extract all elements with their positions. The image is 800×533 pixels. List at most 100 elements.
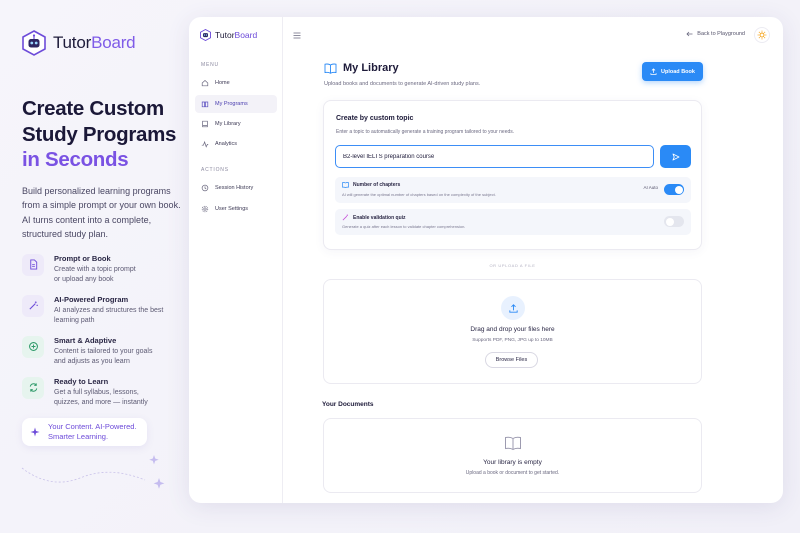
option-title: Enable validation quiz: [353, 214, 406, 221]
page-subtitle: Upload books and documents to generate A…: [324, 81, 481, 87]
library-icon: [202, 120, 208, 128]
validation-quiz-toggle[interactable]: [664, 216, 684, 227]
dropzone-title: Drag and drop your files here: [470, 326, 555, 333]
refresh-icon: [22, 376, 44, 399]
upload-book-button[interactable]: Upload Book: [642, 62, 703, 81]
magic-wand-icon: [22, 294, 44, 317]
decorative-curve: [21, 455, 165, 489]
brand-name: TutorBoard: [53, 33, 136, 53]
generate-send-button[interactable]: [660, 145, 691, 168]
intro-text: Build personalized learning programs fro…: [22, 185, 181, 240]
upload-icon: [650, 68, 657, 75]
page-title: My Library: [324, 62, 399, 74]
dropzone-subtitle: Supports PDF, PNG, JPG up to 10MB: [472, 338, 553, 343]
brand: TutorBoard: [22, 30, 182, 56]
menu-toggle-icon[interactable]: [293, 32, 301, 39]
feature-title: Prompt or Book: [54, 253, 111, 263]
file-dropzone[interactable]: Drag and drop your files here Supports P…: [323, 279, 702, 384]
option-number-of-chapters: Number of chapters AI will generate the …: [335, 177, 691, 203]
option-validation-quiz: Enable validation quiz Generate a quiz a…: [335, 209, 691, 235]
open-book-icon: [324, 63, 337, 74]
sidebar-section-menu: MENU: [201, 62, 219, 68]
topic-input[interactable]: [335, 145, 654, 168]
sidebar-item-my-programs[interactable]: My Programs: [195, 95, 277, 113]
send-icon: [672, 153, 679, 160]
hero-line-3: in Seconds: [22, 148, 129, 171]
document-icon: [22, 253, 44, 276]
sidebar-item-my-library[interactable]: My Library: [195, 115, 277, 133]
brand-name-accent: Board: [91, 33, 136, 52]
documents-panel: Your library is empty Upload a book or d…: [323, 418, 702, 493]
tutorboard-logo-icon: [22, 30, 46, 56]
back-to-playground-link[interactable]: Back to Playground: [686, 31, 745, 37]
feature-item: Prompt or Book Create with a topic promp…: [22, 253, 182, 295]
feature-desc: AI analyzes and structures the best lear…: [54, 306, 164, 325]
feature-list: Prompt or Book Create with a topic promp…: [22, 253, 182, 418]
feature-item: Smart & Adaptive Content is tailored to …: [22, 335, 182, 377]
sidebar-brand-name: TutorBoard: [215, 30, 257, 40]
sidebar-item-label: Home: [215, 80, 230, 86]
or-upload-divider: OR UPLOAD A FILE: [489, 263, 536, 268]
empty-book-icon: [505, 436, 521, 451]
back-link-label: Back to Playground: [697, 31, 745, 37]
sidebar-brand-primary: Tutor: [215, 30, 235, 40]
sidebar-item-label: My Programs: [215, 101, 248, 107]
hero-heading: Create Custom Study Programs in Seconds: [22, 96, 182, 173]
option-desc: Generate a quiz after each lesson to val…: [342, 224, 466, 229]
sidebar-item-label: Session History: [215, 185, 254, 191]
empty-library-title: Your library is empty: [483, 459, 542, 466]
app-window: TutorBoard MENU Home My Programs My Libr…: [189, 17, 783, 503]
sidebar-item-label: My Library: [215, 121, 241, 127]
feature-desc: Get a full syllabus, lessons, quizzes, a…: [54, 388, 148, 407]
option-head: Number of chapters: [342, 182, 400, 188]
toggle-knob: [665, 217, 674, 226]
feature-desc: Content is tailored to your goals and ad…: [54, 347, 153, 366]
chapters-auto-toggle[interactable]: [664, 184, 684, 195]
create-topic-desc: Enter a topic to automatically generate …: [336, 129, 515, 135]
brand-name-primary: Tutor: [53, 33, 92, 52]
sidebar-item-analytics[interactable]: Analytics: [195, 135, 277, 153]
sidebar-section-actions: ACTIONS: [201, 167, 229, 173]
theme-toggle-button[interactable]: [754, 27, 770, 43]
upload-circle-icon: [501, 296, 525, 320]
adaptive-icon: [22, 335, 44, 358]
sparkle-icon: [30, 427, 40, 437]
sidebar-item-home[interactable]: Home: [195, 74, 277, 92]
option-desc: AI will generate the optimal number of c…: [342, 192, 496, 197]
analytics-icon: [201, 140, 209, 148]
history-icon: [201, 184, 209, 192]
feature-item: AI-Powered Program AI analyzes and struc…: [22, 294, 182, 336]
magic-wand-icon: [342, 214, 348, 221]
tutorboard-logo-icon: [200, 29, 211, 41]
sun-icon: [757, 30, 767, 40]
home-icon: [201, 79, 209, 87]
option-head: Enable validation quiz: [342, 214, 406, 221]
your-documents-heading: Your Documents: [322, 401, 374, 408]
feature-desc: Create with a topic prompt or upload any…: [54, 265, 136, 284]
sidebar-item-user-settings[interactable]: User Settings: [195, 200, 277, 218]
book-icon: [342, 182, 349, 188]
feature-item: Ready to Learn Get a full syllabus, less…: [22, 376, 182, 418]
create-topic-title: Create by custom topic: [336, 115, 414, 122]
sidebar-brand[interactable]: TutorBoard: [200, 29, 257, 41]
hero-line-2: Study Programs: [22, 122, 177, 146]
tagline-badge: Your Content. AI-Powered. Smarter Learni…: [22, 418, 147, 446]
sidebar: TutorBoard MENU Home My Programs My Libr…: [189, 17, 283, 503]
ai-auto-label: AI Auto: [643, 185, 658, 190]
marketing-panel: TutorBoard Create Custom Study Programs …: [22, 30, 182, 418]
sidebar-item-session-history[interactable]: Session History: [195, 179, 277, 197]
sidebar-brand-accent: Board: [234, 30, 258, 40]
programs-icon: [201, 101, 209, 108]
feature-title: Smart & Adaptive: [54, 335, 117, 345]
page-title-text: My Library: [343, 62, 399, 74]
tagline-text: Your Content. AI-Powered. Smarter Learni…: [48, 422, 137, 441]
feature-title: Ready to Learn: [54, 376, 109, 386]
toggle-knob: [674, 185, 683, 194]
sidebar-item-label: Analytics: [215, 141, 238, 147]
hero-line-1: Create Custom: [22, 97, 164, 120]
upload-book-label: Upload Book: [661, 68, 695, 75]
browse-files-button[interactable]: Browse Files: [485, 352, 538, 368]
option-title: Number of chapters: [353, 182, 401, 188]
settings-icon: [201, 205, 209, 213]
sidebar-item-label: User Settings: [215, 206, 249, 212]
